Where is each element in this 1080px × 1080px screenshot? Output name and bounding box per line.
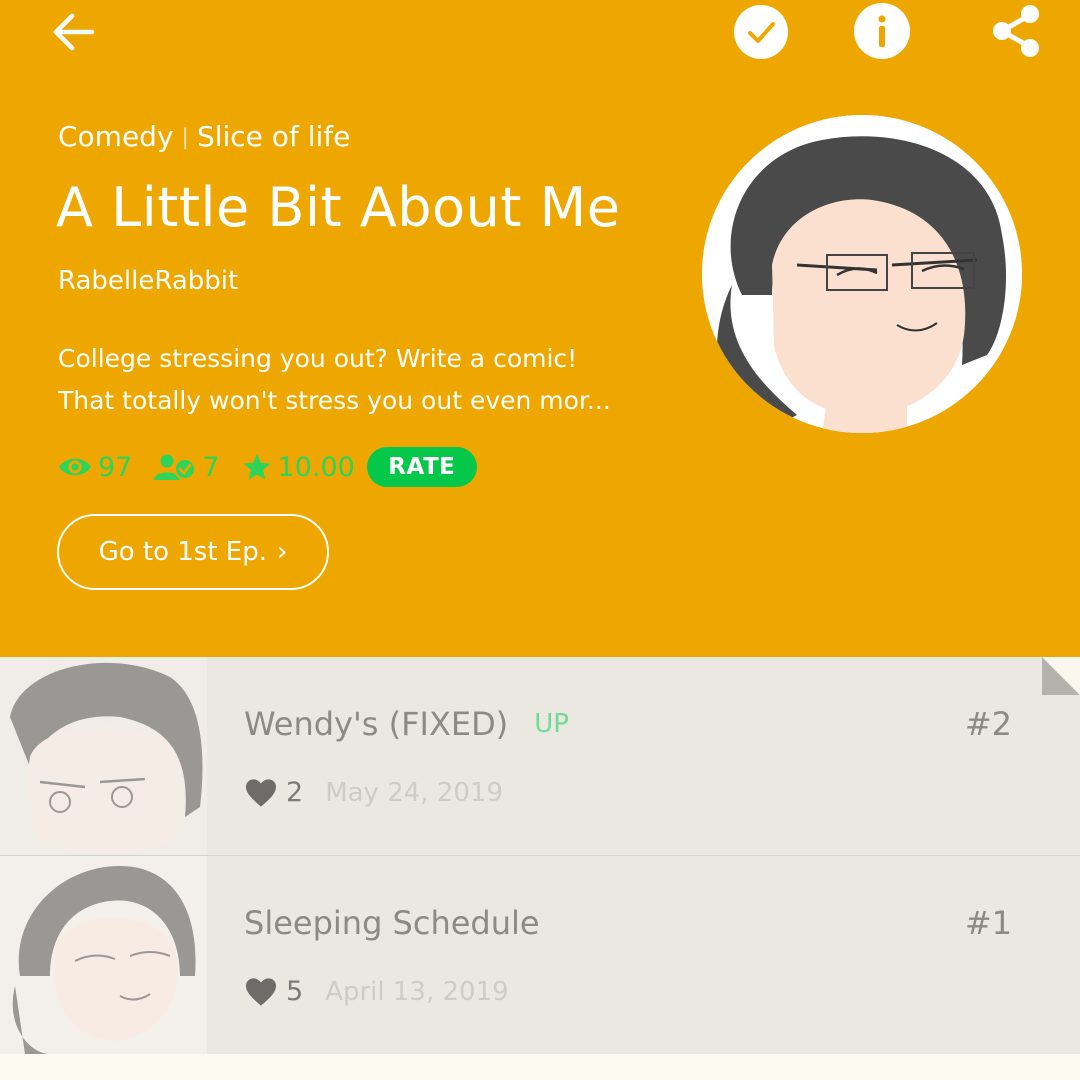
rating-stat: 10.00 bbox=[242, 452, 355, 483]
update-badge: UP bbox=[534, 709, 569, 739]
subscribers-stat: 7 bbox=[154, 451, 220, 483]
series-title: A Little Bit About Me bbox=[56, 176, 621, 239]
views-stat: 97 bbox=[58, 452, 132, 483]
go-to-first-episode-button[interactable]: Go to 1st Ep. › bbox=[57, 514, 329, 590]
likes-count: 5 bbox=[286, 976, 304, 1007]
episode-row[interactable]: Wendy's (FIXED) UP #2 2 May 24, 2019 bbox=[0, 657, 1080, 856]
subscriber-check-icon bbox=[154, 454, 197, 480]
share-icon[interactable] bbox=[986, 0, 1046, 62]
episode-number: #2 bbox=[964, 705, 1012, 743]
episode-row[interactable]: Sleeping Schedule #1 5 April 13, 2019 bbox=[0, 856, 1080, 1055]
back-arrow-icon[interactable] bbox=[46, 8, 102, 56]
series-header: Comedy | Slice of life A Little Bit About … bbox=[0, 0, 1080, 657]
page-corner-fold bbox=[1042, 657, 1080, 695]
likes-count: 2 bbox=[286, 777, 304, 808]
episode-number: #1 bbox=[964, 904, 1012, 942]
check-icon[interactable] bbox=[733, 4, 789, 60]
rating-value: 10.00 bbox=[277, 451, 355, 483]
episode-thumbnail bbox=[0, 657, 207, 855]
eye-icon bbox=[59, 458, 91, 476]
heart-icon bbox=[246, 778, 276, 807]
subscribers-count: 7 bbox=[202, 451, 220, 483]
first-episode-label: Go to 1st Ep. bbox=[98, 537, 268, 567]
episode-thumbnail bbox=[0, 856, 207, 1054]
series-cover-avatar bbox=[702, 115, 1022, 433]
info-icon[interactable] bbox=[853, 2, 911, 60]
stats-row: 97 7 10.00 RATE bbox=[58, 446, 477, 488]
description-line-2: That totally won't stress you out even m… bbox=[58, 386, 611, 415]
author-name[interactable]: RabelleRabbit bbox=[58, 266, 238, 296]
genre-separator: | bbox=[181, 125, 189, 150]
genre-secondary: Slice of life bbox=[196, 120, 351, 153]
episode-list: Wendy's (FIXED) UP #2 2 May 24, 2019 Sle… bbox=[0, 657, 1080, 1055]
heart-icon bbox=[246, 977, 276, 1006]
chevron-right-icon: › bbox=[277, 537, 288, 567]
episode-meta: 5 April 13, 2019 bbox=[244, 976, 509, 1007]
series-description: College stressing you out? Write a comic… bbox=[58, 338, 678, 422]
episode-date: April 13, 2019 bbox=[325, 976, 509, 1007]
episode-title-text: Sleeping Schedule bbox=[244, 904, 540, 942]
list-bottom-edge bbox=[0, 1054, 1080, 1080]
views-count: 97 bbox=[98, 451, 133, 483]
episode-title: Sleeping Schedule bbox=[244, 904, 540, 942]
episode-meta: 2 May 24, 2019 bbox=[244, 777, 503, 808]
episode-title: Wendy's (FIXED) UP bbox=[244, 705, 569, 743]
star-icon bbox=[243, 453, 270, 480]
episode-date: May 24, 2019 bbox=[325, 777, 503, 808]
episode-title-text: Wendy's (FIXED) bbox=[244, 705, 509, 743]
description-line-1: College stressing you out? Write a comic… bbox=[58, 344, 578, 373]
rate-button[interactable]: RATE bbox=[366, 447, 477, 487]
genre-primary: Comedy bbox=[58, 120, 174, 153]
genre-line: Comedy | Slice of life bbox=[58, 120, 350, 153]
